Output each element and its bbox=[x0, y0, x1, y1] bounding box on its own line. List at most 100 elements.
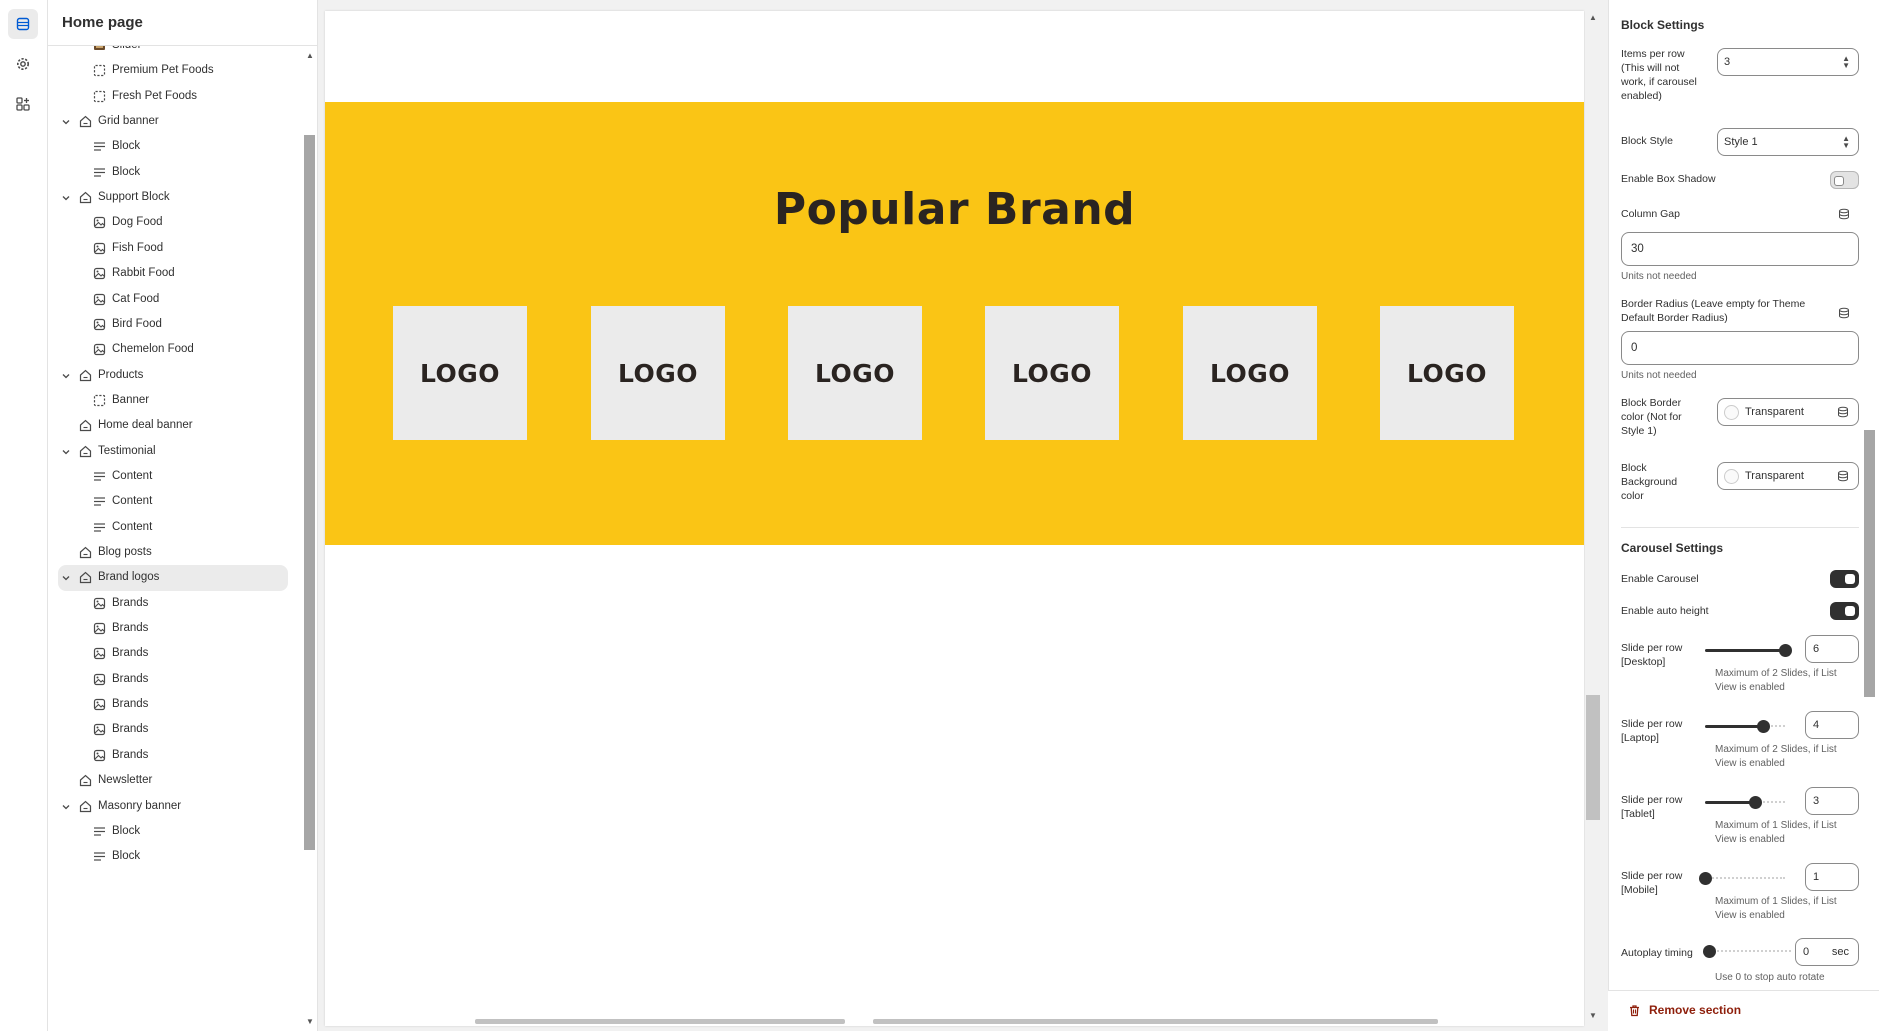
canvas-scroll-down-icon[interactable]: ▼ bbox=[1587, 1012, 1599, 1020]
tree-block-item[interactable]: Brands bbox=[48, 641, 296, 667]
canvas-scroll-up-icon[interactable]: ▲ bbox=[1587, 14, 1599, 22]
tree-section-item[interactable]: Newsletter bbox=[48, 768, 296, 794]
autoplay-slider-handle[interactable] bbox=[1703, 945, 1716, 958]
tree-block-item[interactable]: Dog Food bbox=[48, 210, 296, 236]
tree-block-item[interactable]: Block bbox=[48, 844, 296, 870]
bg-color-picker[interactable]: Transparent bbox=[1717, 462, 1859, 490]
border-color-picker[interactable]: Transparent bbox=[1717, 398, 1859, 426]
items-per-row-value: 3 bbox=[1724, 56, 1731, 68]
tree-block-item[interactable]: Fresh Pet Foods bbox=[48, 84, 296, 110]
slider-track[interactable] bbox=[1705, 877, 1785, 880]
slide-per-row-input[interactable]: 1 bbox=[1805, 863, 1859, 891]
tree-block-item[interactable]: Content bbox=[48, 489, 296, 515]
tree-section-item[interactable]: Testimonial bbox=[48, 439, 296, 465]
tree-block-item[interactable]: Block bbox=[48, 134, 296, 160]
brand-logo-tile[interactable]: LOGO bbox=[788, 306, 922, 440]
autoplay-slider-track[interactable] bbox=[1705, 950, 1791, 953]
image-icon bbox=[93, 622, 106, 635]
tree-item-label: Fish Food bbox=[112, 241, 164, 254]
dashed-square-icon bbox=[93, 90, 106, 102]
tree-block-item[interactable]: Fish Food bbox=[48, 236, 296, 262]
slide-per-row-input[interactable]: 4 bbox=[1805, 711, 1859, 739]
slide-per-row-input[interactable]: 3 bbox=[1805, 787, 1859, 815]
image-icon bbox=[93, 724, 106, 736]
tree-block-item[interactable]: Rabbit Food bbox=[48, 261, 296, 287]
slider-handle[interactable] bbox=[1749, 796, 1762, 809]
tree-block-item[interactable]: Brands bbox=[48, 591, 296, 617]
brand-logos-section[interactable]: Popular Brand LOGO LOGO LOGO LOGO LOGO LOGO bbox=[325, 102, 1584, 545]
slide-per-row-input[interactable]: 6 bbox=[1805, 635, 1859, 663]
dynamic-source-icon[interactable] bbox=[1837, 470, 1849, 482]
chevron-down-icon[interactable] bbox=[61, 193, 71, 203]
slider-handle[interactable] bbox=[1757, 720, 1770, 733]
dynamic-source-icon[interactable] bbox=[1838, 307, 1850, 319]
tree-section-item[interactable]: Support Block bbox=[48, 185, 296, 211]
chevron-down-icon[interactable] bbox=[61, 573, 71, 583]
slider-fill[interactable] bbox=[1705, 801, 1755, 804]
tree-block-item[interactable]: Brands bbox=[48, 616, 296, 642]
canvas-hscroll-thumb-2[interactable] bbox=[873, 1019, 1438, 1024]
brand-logo-tile[interactable]: LOGO bbox=[1183, 306, 1317, 440]
tree-block-item[interactable]: Chemelon Food bbox=[48, 337, 296, 363]
brand-logo-tile[interactable]: LOGO bbox=[591, 306, 725, 440]
canvas-scroll-thumb[interactable] bbox=[1586, 695, 1600, 820]
sidebar-scroll-thumb[interactable] bbox=[304, 135, 315, 850]
tree-block-item[interactable]: Brands bbox=[48, 743, 296, 769]
tree-block-item[interactable]: Content bbox=[48, 515, 296, 541]
items-per-row-select[interactable]: 3 ▲ ▼ bbox=[1717, 48, 1859, 76]
tree-section-item[interactable]: Products bbox=[48, 363, 296, 389]
tree-block-item[interactable]: Block bbox=[48, 819, 296, 845]
slider-fill[interactable] bbox=[1705, 649, 1785, 652]
tree-section-item[interactable]: Home deal banner bbox=[48, 413, 296, 439]
tree-block-item[interactable]: Content bbox=[48, 464, 296, 490]
auto-height-toggle[interactable] bbox=[1830, 602, 1859, 620]
tree-section-item[interactable]: Blog posts bbox=[48, 540, 296, 566]
panel-scroll-thumb[interactable] bbox=[1864, 430, 1875, 697]
tree-block-item[interactable]: Premium Pet Foods bbox=[48, 58, 296, 84]
tree-item-label: Home deal banner bbox=[98, 419, 193, 432]
slider-handle[interactable] bbox=[1699, 872, 1712, 885]
chevron-down-icon[interactable] bbox=[61, 802, 71, 812]
tree-block-item[interactable]: Banner bbox=[48, 388, 296, 414]
apps-icon[interactable] bbox=[8, 89, 38, 119]
block-style-select[interactable]: Style 1 ▲ ▼ bbox=[1717, 128, 1859, 156]
tree-item-label: Premium Pet Foods bbox=[112, 64, 214, 77]
text-lines-icon bbox=[94, 852, 105, 861]
preview-canvas: Popular Brand LOGO LOGO LOGO LOGO LOGO LOGO ▲… bbox=[318, 0, 1603, 1031]
autoplay-input[interactable]: 0 sec bbox=[1795, 938, 1859, 966]
image-icon bbox=[93, 673, 106, 685]
slider-fill[interactable] bbox=[1705, 725, 1763, 728]
image-icon bbox=[93, 318, 106, 330]
border-radius-input[interactable]: 0 bbox=[1621, 331, 1859, 365]
enable-carousel-toggle[interactable] bbox=[1830, 570, 1859, 588]
tree-block-item[interactable]: Cat Food bbox=[48, 287, 296, 313]
autoplay-hint: Use 0 to stop auto rotate bbox=[1715, 972, 1825, 983]
column-gap-input[interactable]: 30 bbox=[1621, 232, 1859, 266]
tree-section-item[interactable]: Masonry banner bbox=[48, 794, 296, 820]
scroll-up-arrow-icon[interactable]: ▲ bbox=[305, 52, 315, 60]
slider-handle[interactable] bbox=[1779, 644, 1792, 657]
tree-block-item[interactable]: Brands bbox=[48, 717, 296, 743]
brand-logo-tile[interactable]: LOGO bbox=[1380, 306, 1514, 440]
chevron-down-icon[interactable] bbox=[61, 447, 71, 457]
chevron-down-icon[interactable] bbox=[61, 371, 71, 381]
chevron-down-icon[interactable] bbox=[61, 117, 71, 127]
tree-block-item[interactable]: Brands bbox=[48, 692, 296, 718]
dynamic-source-icon[interactable] bbox=[1837, 406, 1849, 418]
canvas-scrollbar[interactable] bbox=[1585, 0, 1603, 1031]
tree-block-item[interactable]: Bird Food bbox=[48, 312, 296, 338]
brand-logo-tile[interactable]: LOGO bbox=[393, 306, 527, 440]
tree-section-item[interactable]: Brand logos bbox=[58, 565, 288, 592]
tree-block-item[interactable]: Brands bbox=[48, 667, 296, 693]
dynamic-source-icon[interactable] bbox=[1838, 208, 1850, 220]
settings-gear-icon[interactable] bbox=[8, 49, 38, 79]
box-shadow-toggle[interactable] bbox=[1830, 171, 1859, 189]
scroll-down-arrow-icon[interactable]: ▼ bbox=[305, 1018, 315, 1026]
sections-icon[interactable] bbox=[8, 9, 38, 39]
canvas-hscroll-thumb[interactable] bbox=[475, 1019, 845, 1024]
remove-section-button[interactable]: Remove section bbox=[1628, 1003, 1741, 1017]
brand-logo-tile[interactable]: LOGO bbox=[985, 306, 1119, 440]
tree-block-item[interactable]: Block bbox=[48, 160, 296, 186]
tree-section-item[interactable]: Grid banner bbox=[48, 109, 296, 135]
section-icon bbox=[79, 445, 92, 457]
